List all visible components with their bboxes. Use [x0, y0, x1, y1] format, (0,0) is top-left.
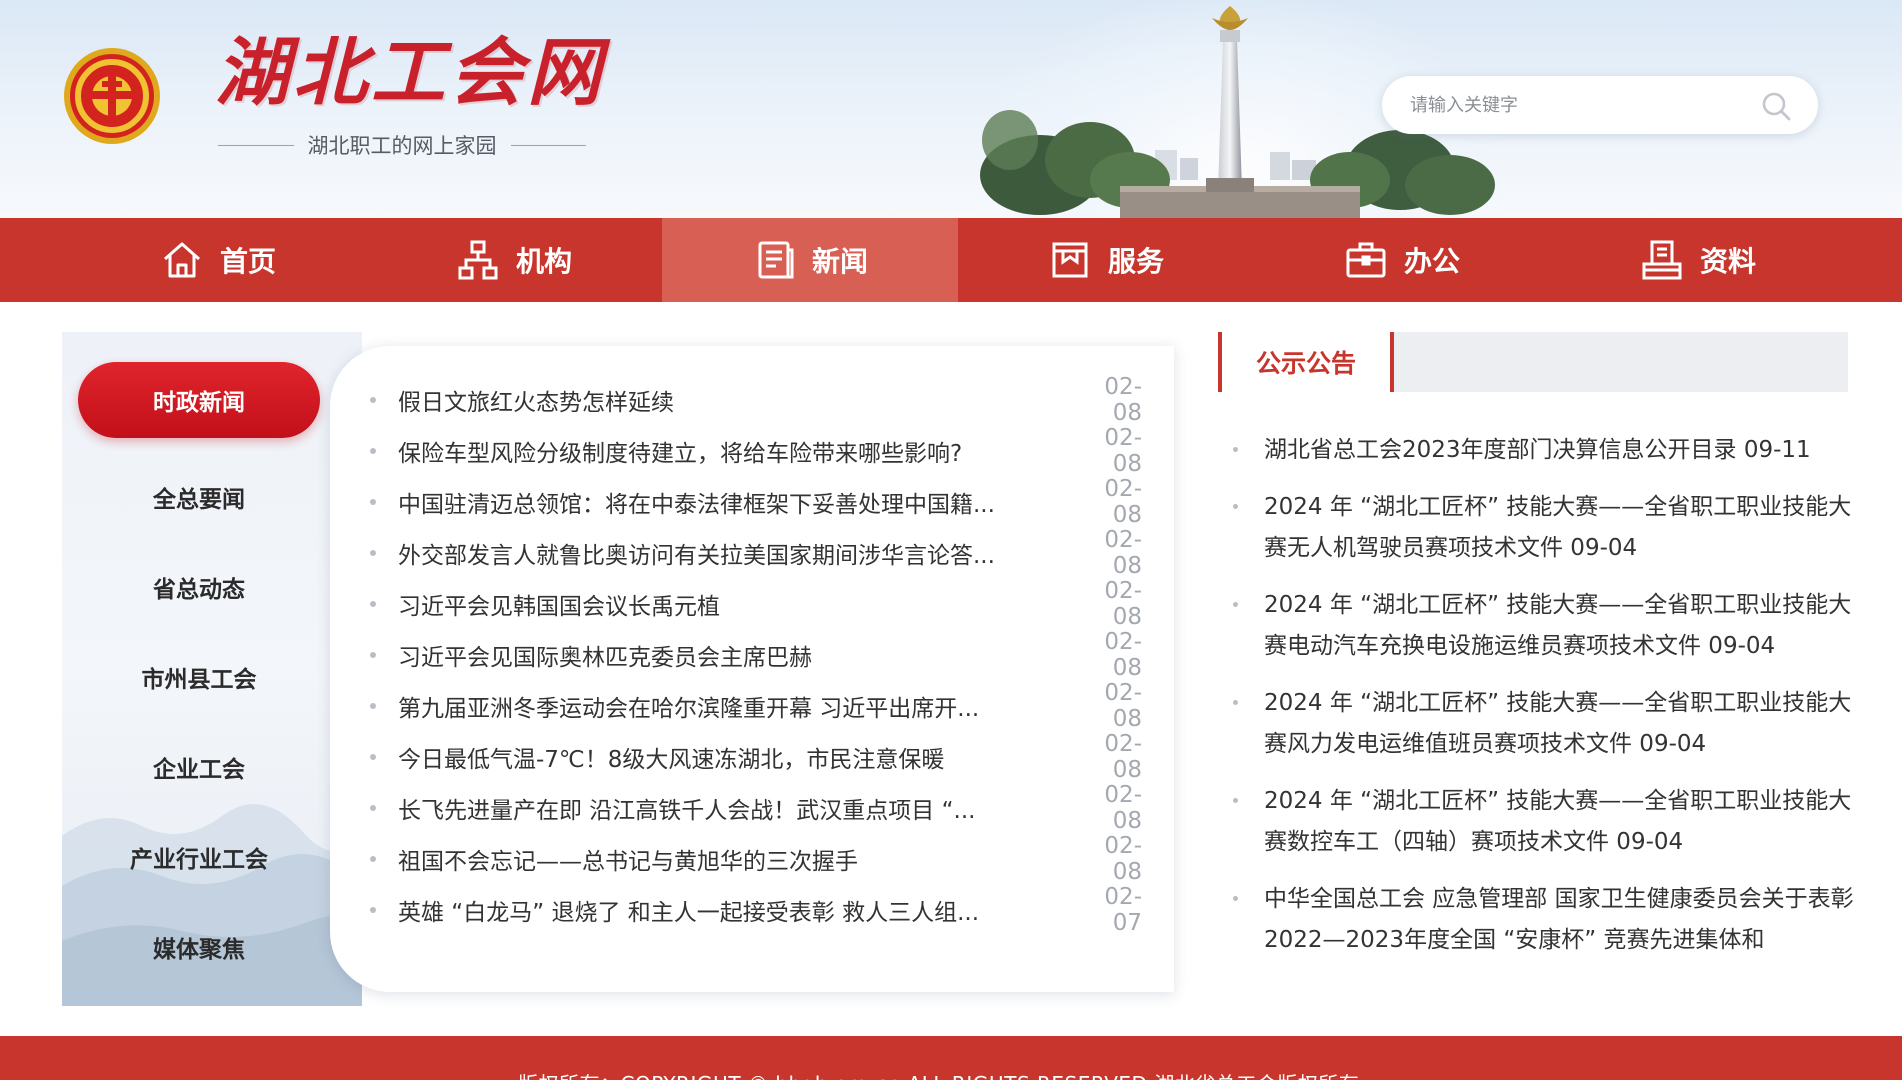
nav-item-label: 服务 [1107, 245, 1164, 278]
side-item-media-focus[interactable]: 媒体聚焦 [78, 902, 320, 992]
site-slogan-row: 湖北职工的网上家园 [218, 130, 586, 160]
news-panel: 假日文旅红火态势怎样延续 02-08 保险车型风险分级制度待建立，将给车险带来哪些… [330, 346, 1174, 992]
news-title[interactable]: 习近平会见国际奥林匹克委员会主席巴赫 [398, 638, 1076, 672]
news-date: 02-08 [1104, 832, 1142, 885]
bullet-dot [370, 498, 376, 505]
bullet-dot [370, 702, 376, 709]
notice-item[interactable]: 中华全国总工会 应急管理部 国家卫生健康委员会关于表彰2022—2023年度全国… [1224, 879, 1854, 961]
side-item-politics-news[interactable]: 时政新闻 [78, 362, 320, 438]
search-box [1382, 76, 1818, 134]
side-item-acftu-news[interactable]: 全总要闻 [78, 452, 320, 542]
search-input[interactable] [1410, 88, 1740, 122]
site-title[interactable]: 湖北工会网 [215, 36, 605, 110]
news-title[interactable]: 第九届亚洲冬季运动会在哈尔滨隆重开幕 习近平出席开... [398, 689, 1076, 723]
nav-item-organization[interactable]: 机构 [366, 218, 662, 302]
notice-item[interactable]: 2024 年 “湖北工匠杯” 技能大赛——全省职工职业技能大赛无人机驾驶员赛项技… [1224, 487, 1854, 569]
news-item[interactable]: 保险车型风险分级制度待建立，将给车险带来哪些影响? 02-08 [370, 424, 1142, 477]
tab-public-notice[interactable]: 公示公告 [1218, 332, 1394, 392]
news-title[interactable]: 习近平会见韩国国会议长禹元植 [398, 587, 1076, 621]
side-item-enterprise-union[interactable]: 企业工会 [78, 722, 320, 812]
nav-item-label: 新闻 [811, 245, 868, 278]
service-icon [1052, 242, 1088, 278]
notice-header-bar: 公示公告 [1218, 332, 1848, 392]
side-item-city-county-union[interactable]: 市州县工会 [78, 632, 320, 722]
news-date: 02-08 [1104, 424, 1142, 477]
news-item[interactable]: 今日最低气温-7℃！8级大风速冻湖北，市民注意保暖 02-08 [370, 730, 1142, 783]
nav-item-service[interactable]: 服务 [958, 218, 1254, 302]
nav-item-news[interactable]: 新闻 [662, 218, 958, 302]
news-date: 02-07 [1104, 883, 1142, 936]
nav-item-label: 机构 [515, 245, 572, 278]
bullet-dot [370, 804, 376, 811]
news-title[interactable]: 祖国不会忘记——总书记与黄旭华的三次握手 [398, 842, 1076, 876]
news-item[interactable]: 第九届亚洲冬季运动会在哈尔滨隆重开幕 习近平出席开... 02-08 [370, 679, 1142, 732]
slogan-divider-left [218, 144, 294, 146]
news-date: 02-08 [1104, 373, 1142, 426]
slogan-divider-right [510, 144, 586, 146]
side-item-provincial-news[interactable]: 省总动态 [78, 542, 320, 632]
news-date: 02-08 [1104, 781, 1142, 834]
news-title[interactable]: 保险车型风险分级制度待建立，将给车险带来哪些影响? [398, 434, 1076, 468]
news-title[interactable]: 中国驻清迈总领馆：将在中泰法律框架下妥善处理中国籍... [398, 485, 1076, 519]
news-title[interactable]: 长飞先进量产在即 沿江高铁千人会战！武汉重点项目 “... [398, 791, 1076, 825]
news-title[interactable]: 今日最低气温-7℃！8级大风速冻湖北，市民注意保暖 [398, 740, 1076, 774]
search-icon[interactable] [1760, 90, 1792, 122]
side-item-industry-union[interactable]: 产业行业工会 [78, 812, 320, 902]
bullet-dot [370, 855, 376, 862]
nav-item-label: 资料 [1699, 245, 1756, 278]
nav-item-label: 首页 [219, 245, 276, 278]
news-list: 假日文旅红火态势怎样延续 02-08 保险车型风险分级制度待建立，将给车险带来哪些… [370, 373, 1142, 936]
main-nav: 首页 机构 新闻 服务 办公 资料 [0, 218, 1902, 302]
notice-item[interactable]: 2024 年 “湖北工匠杯” 技能大赛——全省职工职业技能大赛电动汽车充换电设施… [1224, 585, 1854, 667]
notice-item[interactable]: 2024 年 “湖北工匠杯” 技能大赛——全省职工职业技能大赛风力发电运维值班员… [1224, 683, 1854, 765]
bullet-dot [370, 396, 376, 403]
footer-copyright: 版权所有：COPYRIGHT © hbgh.org.cn ALL RIGHTS … [518, 1068, 1359, 1080]
trade-union-emblem-icon[interactable] [62, 46, 162, 146]
category-sidebar: 时政新闻 全总要闻 省总动态 市州县工会 企业工会 产业行业工会 媒体聚焦 [62, 332, 362, 1006]
news-title[interactable]: 英雄 “白龙马” 退烧了 和主人一起接受表彰 救人三人组... [398, 893, 1076, 927]
news-date: 02-08 [1104, 679, 1142, 732]
news-item[interactable]: 习近平会见国际奥林匹克委员会主席巴赫 02-08 [370, 628, 1142, 681]
site-footer: 版权所有：COPYRIGHT © hbgh.org.cn ALL RIGHTS … [0, 1036, 1902, 1080]
news-date: 02-08 [1104, 628, 1142, 681]
bullet-dot [370, 651, 376, 658]
site-slogan: 湖北职工的网上家园 [307, 134, 497, 158]
nav-item-home[interactable]: 首页 [70, 218, 366, 302]
news-item[interactable]: 长飞先进量产在即 沿江高铁千人会战！武汉重点项目 “... 02-08 [370, 781, 1142, 834]
news-date: 02-08 [1104, 577, 1142, 630]
bullet-dot [370, 600, 376, 607]
news-title[interactable]: 假日文旅红火态势怎样延续 [398, 383, 1076, 417]
notice-list: 湖北省总工会2023年度部门决算信息公开目录 09-11 2024 年 “湖北工… [1224, 430, 1854, 961]
nav-item-materials[interactable]: 资料 [1550, 218, 1846, 302]
news-date: 02-08 [1104, 475, 1142, 528]
news-date: 02-08 [1104, 526, 1142, 579]
news-icon [758, 241, 794, 279]
news-item[interactable]: 英雄 “白龙马” 退烧了 和主人一起接受表彰 救人三人组... 02-07 [370, 883, 1142, 936]
nav-item-label: 办公 [1403, 245, 1460, 278]
document-stack-icon [1642, 240, 1682, 280]
notice-item[interactable]: 湖北省总工会2023年度部门决算信息公开目录 09-11 [1224, 430, 1854, 471]
bullet-dot [370, 753, 376, 760]
news-item[interactable]: 中国驻清迈总领馆：将在中泰法律框架下妥善处理中国籍... 02-08 [370, 475, 1142, 528]
news-title[interactable]: 外交部发言人就鲁比奥访问有关拉美国家期间涉华言论答... [398, 536, 1076, 570]
side-menu: 时政新闻 全总要闻 省总动态 市州县工会 企业工会 产业行业工会 媒体聚焦 [78, 362, 320, 992]
home-icon [163, 242, 200, 278]
org-chart-icon [458, 240, 498, 280]
news-item[interactable]: 习近平会见韩国国会议长禹元植 02-08 [370, 577, 1142, 630]
notice-item[interactable]: 2024 年 “湖北工匠杯” 技能大赛——全省职工职业技能大赛数控车工（四轴）赛… [1224, 781, 1854, 863]
briefcase-icon [1346, 242, 1386, 278]
notice-list-viewport: 湖北省总工会2023年度部门决算信息公开目录 09-11 2024 年 “湖北工… [1224, 430, 1854, 970]
bullet-dot [370, 906, 376, 913]
news-item[interactable]: 外交部发言人就鲁比奥访问有关拉美国家期间涉华言论答... 02-08 [370, 526, 1142, 579]
news-item[interactable]: 假日文旅红火态势怎样延续 02-08 [370, 373, 1142, 426]
site-header: 湖北工会网 湖北职工的网上家园 [0, 0, 1902, 218]
news-date: 02-08 [1104, 730, 1142, 783]
bullet-dot [370, 447, 376, 454]
news-item[interactable]: 祖国不会忘记——总书记与黄旭华的三次握手 02-08 [370, 832, 1142, 885]
nav-item-office[interactable]: 办公 [1254, 218, 1550, 302]
bullet-dot [370, 549, 376, 556]
